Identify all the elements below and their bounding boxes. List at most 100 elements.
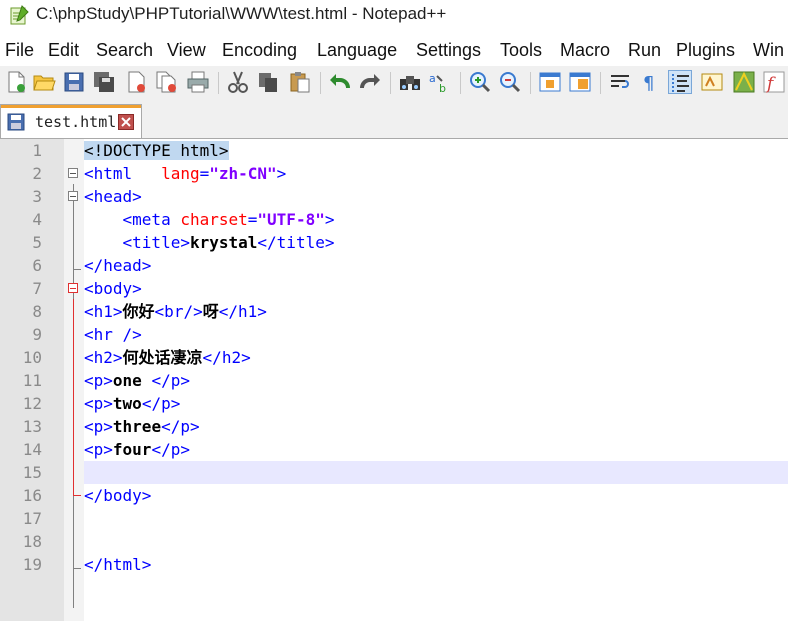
code-line[interactable]: 8 <h1>你好<br/>呀</h1> [0,300,788,323]
code-line[interactable]: 17 [0,507,788,530]
line-number: 16 [22,486,42,505]
code-line[interactable]: 10 <h2>何处话凄凉</h2> [0,346,788,369]
code-text: </html> [84,554,151,575]
saved-file-icon [7,113,25,131]
tab-strip: test.html [0,100,788,139]
line-number: 9 [32,325,42,344]
open-file-icon[interactable] [32,70,56,94]
token-hl: < [84,141,94,160]
token-val: "UTF-8" [257,210,325,229]
token-tag: </h1> [218,302,267,321]
code-line[interactable]: 1 <!DOCTYPE html> [0,139,788,162]
code-line[interactable]: 6 </head> [0,254,788,277]
line-number: 14 [22,440,42,459]
tab-test-html[interactable]: test.html [0,104,142,138]
save-icon[interactable] [62,70,86,94]
code-line[interactable]: 9 <hr /> [0,323,788,346]
token-tag: = [199,164,210,183]
code-text: <hr /> [84,324,142,345]
undo-icon[interactable] [328,70,352,94]
notepad-plus-plus-icon [10,5,29,25]
new-file-icon[interactable] [4,70,28,94]
code-text: <html lang="zh-CN"> [84,163,286,184]
menu-edit[interactable]: Edit [48,40,79,61]
menu-view[interactable]: View [167,40,206,61]
indent-guide-icon[interactable] [668,70,692,94]
token-cjk: 何处话凄凉 [122,348,203,367]
menu-file[interactable]: File [5,40,34,61]
code-text: <h2>何处话凄凉</h2> [84,347,251,368]
editor-area[interactable]: 1 <!DOCTYPE html> 2 <html lang="zh-CN"> 3 <he… [0,139,788,621]
menu-macro[interactable]: Macro [560,40,610,61]
code-line[interactable]: 5 <title>krystal</title> [0,231,788,254]
code-text: <body> [84,278,142,299]
token-tag: <html [84,164,162,183]
token-txt: krystal [189,233,258,252]
menu-encoding[interactable]: Encoding [222,40,297,61]
copy-icon[interactable] [256,70,280,94]
redo-icon[interactable] [358,70,382,94]
token-tag: <p> [84,371,113,390]
close-all-icon[interactable] [154,70,178,94]
code-line[interactable]: 14 <p>four</p> [0,438,788,461]
zoom-in-icon[interactable] [468,70,492,94]
token-tag: <p> [84,440,113,459]
token-tag: <title> [84,233,190,252]
save-all-icon[interactable] [92,70,116,94]
token-txt: three [112,417,162,436]
menu-language[interactable]: Language [317,40,397,61]
line-number: 6 [32,256,42,275]
menu-run[interactable]: Run [628,40,661,61]
paste-icon[interactable] [288,70,312,94]
token-tag: > [324,210,335,229]
menu-tools[interactable]: Tools [500,40,542,61]
tab-close-icon[interactable] [118,114,134,130]
token-tag: </h2> [202,348,251,367]
print-icon[interactable] [186,70,210,94]
token-tag: </p> [151,440,190,459]
code-text: <p>one </p> [84,370,190,391]
document-map-icon[interactable] [732,70,756,94]
code-line[interactable]: 2 <html lang="zh-CN"> [0,162,788,185]
token-tag: </p> [151,371,190,390]
line-number: 17 [22,509,42,528]
code-text: </body> [84,485,151,506]
replace-icon[interactable]: ab [428,70,452,94]
code-line[interactable]: 12 <p>two</p> [0,392,788,415]
menu-settings[interactable]: Settings [416,40,481,61]
zoom-out-icon[interactable] [498,70,522,94]
code-line[interactable]: 7 <body> [0,277,788,300]
code-line[interactable]: 4 <meta charset="UTF-8"> [0,208,788,231]
token-tag: <hr /> [84,325,142,344]
cut-icon[interactable] [226,70,250,94]
token-tag: </html> [84,555,152,574]
close-icon[interactable] [124,70,148,94]
code-line[interactable]: 3 <head> [0,185,788,208]
show-all-characters-icon[interactable]: ¶ [638,70,662,94]
code-line[interactable]: 16 </body> [0,484,788,507]
code-line[interactable]: 18 [0,530,788,553]
token-tag: </p> [141,394,181,413]
code-line[interactable]: 11 <p>one </p> [0,369,788,392]
token-attr: lang [161,164,200,183]
menu-search[interactable]: Search [96,40,153,61]
code-line[interactable]: 19 </html> [0,553,788,576]
line-number: 1 [32,141,42,160]
user-defined-language-icon[interactable] [700,70,724,94]
menu-plugins[interactable]: Plugins [676,40,735,61]
token-tag: = [247,210,258,229]
code-line[interactable]: 15 [0,461,788,484]
code-text: <p>three</p> [84,416,200,437]
find-icon[interactable] [398,70,422,94]
function-list-icon[interactable]: f [762,70,786,94]
tab-active-indicator [1,105,141,108]
token-tag: <meta [84,210,181,229]
token-tag: <p> [84,394,113,413]
token-tag: <h2> [84,348,123,367]
word-wrap-icon[interactable] [608,70,632,94]
title-bar: C:\phpStudy\PHPTutorial\WWW\test.html - … [0,0,788,34]
code-line[interactable]: 13 <p>three</p> [0,415,788,438]
menu-window[interactable]: Win [753,40,784,61]
sync-vertical-icon[interactable] [538,70,562,94]
sync-horizontal-icon[interactable] [568,70,592,94]
